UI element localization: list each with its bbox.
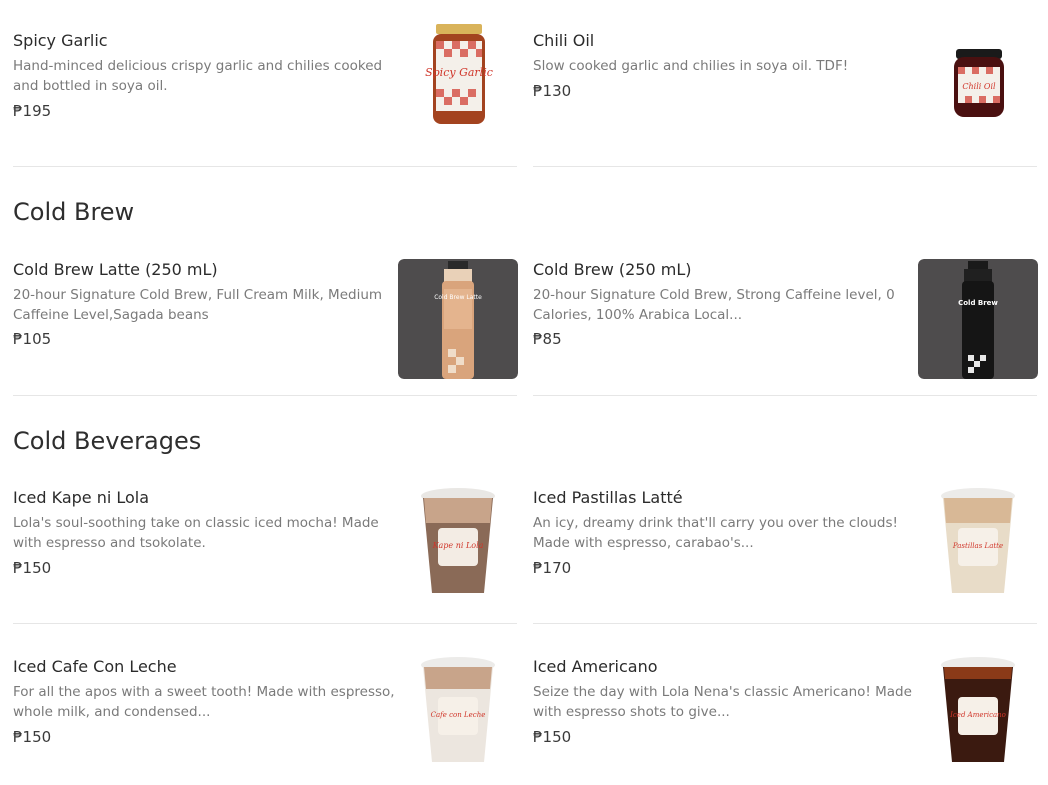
divider <box>533 623 1037 624</box>
item-name: Iced Americano <box>533 657 658 676</box>
bottle-label-text: Cold Brew <box>958 299 998 307</box>
spicy-garlic-jar-image: Spicy Garlic <box>425 24 493 124</box>
item-name: Spicy Garlic <box>13 31 108 50</box>
divider <box>533 395 1037 396</box>
item-name: Cold Brew (250 mL) <box>533 260 692 279</box>
cup-label-text: Iced Americano <box>949 711 1006 719</box>
divider <box>13 166 517 167</box>
iced-americano-cup-image: Iced Americano <box>941 657 1015 762</box>
item-description: Lola's soul-soothing take on classic ice… <box>13 515 379 551</box>
item-price: ₱150 <box>13 728 52 746</box>
iced-cafe-con-leche-cup-image: Cafe con Leche <box>421 657 495 762</box>
item-description: 20-hour Signature Cold Brew, Strong Caff… <box>533 287 895 323</box>
divider <box>533 166 1037 167</box>
item-name: Iced Cafe Con Leche <box>13 657 177 676</box>
section-title-cold-brew: Cold Brew <box>13 198 135 226</box>
item-price: ₱150 <box>13 559 52 577</box>
menu-item-cold-brew[interactable]: Cold Brew (250 mL) 20-hour Signature Col… <box>533 259 1038 380</box>
iced-kape-ni-lola-cup-image: Kape ni Lola <box>421 488 495 593</box>
iced-pastillas-latte-cup-image: Pastillas Latte <box>941 488 1015 593</box>
item-description: 20-hour Signature Cold Brew, Full Cream … <box>13 287 383 323</box>
divider <box>13 395 517 396</box>
section-title-cold-beverages: Cold Beverages <box>13 427 202 455</box>
item-name: Cold Brew Latte (250 mL) <box>13 260 218 279</box>
cup-label-text: Cafe con Leche <box>431 711 486 719</box>
cup-label-text: Pastillas Latte <box>952 542 1003 550</box>
jar-label-text: Spicy Garlic <box>425 66 493 79</box>
item-price: ₱150 <box>533 728 572 746</box>
menu-item-iced-pastillas-latte[interactable]: Iced Pastillas Latté An icy, dreamy drin… <box>533 488 1038 608</box>
item-price: ₱105 <box>13 330 52 348</box>
item-name: Chili Oil <box>533 31 595 50</box>
item-price: ₱195 <box>13 102 52 120</box>
item-price: ₱170 <box>533 559 572 577</box>
bottle-label-text: Cold Brew Latte <box>434 294 482 301</box>
menu-item-spicy-garlic[interactable]: Spicy Garlic Hand-minced delicious crisp… <box>13 24 518 151</box>
item-name: Iced Kape ni Lola <box>13 488 150 507</box>
menu-item-iced-americano[interactable]: Iced Americano Seize the day with Lola N… <box>533 657 1038 777</box>
menu-item-iced-kape-ni-lola[interactable]: Iced Kape ni Lola Lola's soul-soothing t… <box>13 488 518 608</box>
item-description: Seize the day with Lola Nena's classic A… <box>533 684 912 720</box>
item-description: Hand-minced delicious crispy garlic and … <box>13 58 383 94</box>
item-price: ₱130 <box>533 82 572 100</box>
item-description: For all the apos with a sweet tooth! Mad… <box>13 684 395 720</box>
jar-label-text: Chili Oil <box>962 82 996 91</box>
item-description: Slow cooked garlic and chilies in soya o… <box>533 58 849 74</box>
chili-oil-jar-image: Chili Oil <box>954 49 1004 117</box>
divider <box>13 623 517 624</box>
menu-item-cold-brew-latte[interactable]: Cold Brew Latte (250 mL) 20-hour Signatu… <box>13 259 518 380</box>
menu-item-chili-oil[interactable]: Chili Oil Slow cooked garlic and chilies… <box>533 31 1038 151</box>
item-name: Iced Pastillas Latté <box>533 488 683 507</box>
cold-brew-latte-bottle-image: Cold Brew Latte <box>398 259 518 379</box>
cold-brew-bottle-image: Cold Brew <box>918 259 1038 379</box>
item-description: An icy, dreamy drink that'll carry you o… <box>533 515 898 551</box>
cup-label-text: Kape ni Lola <box>432 541 484 550</box>
item-price: ₱85 <box>533 330 562 348</box>
menu-item-iced-cafe-con-leche[interactable]: Iced Cafe Con Leche For all the apos wit… <box>13 657 518 777</box>
